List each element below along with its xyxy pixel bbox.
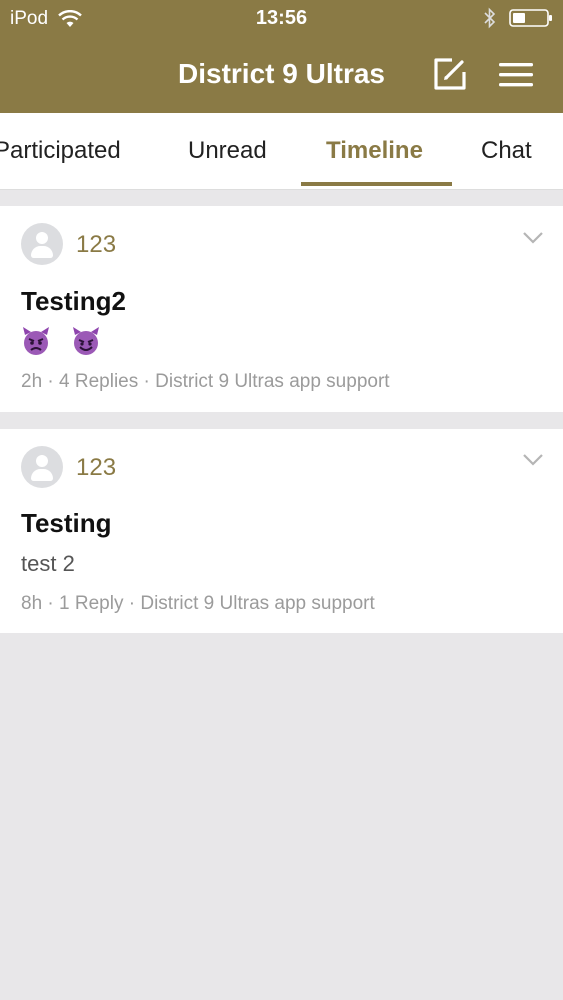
chevron-down-icon[interactable]: [522, 231, 544, 245]
app-header: iPod 13:56 District 9 Ultras: [0, 0, 563, 113]
avatar[interactable]: [21, 446, 63, 488]
meta-separator: ·: [143, 371, 156, 392]
topic-card[interactable]: 123 Testing2 2h · 4 Replies · District 9…: [0, 206, 563, 412]
topic-title[interactable]: Testing2: [21, 286, 126, 317]
compose-button[interactable]: [432, 56, 468, 92]
menu-button[interactable]: [498, 58, 534, 92]
meta-separator: ·: [128, 593, 141, 614]
battery-icon: [509, 9, 552, 27]
topic-time: 2h: [21, 371, 43, 392]
topic-time: 8h: [21, 593, 43, 614]
tab-chat[interactable]: Chat: [481, 113, 532, 189]
chevron-down-icon[interactable]: [522, 453, 544, 467]
smiling-devil-emoji: [73, 327, 100, 355]
tab-participated[interactable]: Participated: [0, 113, 121, 189]
avatar[interactable]: [21, 223, 63, 265]
active-tab-indicator: [301, 182, 452, 186]
angry-devil-emoji: [23, 327, 49, 355]
avatar-head: [36, 232, 48, 244]
status-right: [471, 7, 553, 29]
topic-meta: 2h · 4 Replies · District 9 Ultras app s…: [21, 371, 390, 393]
topic-card[interactable]: 123 Testing test 2 8h · 1 Reply · Distri…: [0, 429, 563, 633]
bluetooth-icon: [484, 7, 496, 29]
tab-timeline[interactable]: Timeline: [326, 113, 423, 189]
username[interactable]: 123: [76, 231, 116, 259]
reply-count: 1 Reply: [59, 593, 124, 614]
reply-count: 4 Replies: [59, 371, 139, 392]
avatar-head: [36, 455, 48, 467]
hamburger-menu-icon: [499, 63, 533, 87]
avatar-body: [31, 469, 53, 481]
forum-name[interactable]: District 9 Ultras app support: [155, 371, 389, 392]
topic-title[interactable]: Testing: [21, 508, 112, 539]
topic-body: [21, 326, 115, 356]
status-bar: iPod 13:56: [0, 0, 563, 38]
avatar-body: [31, 246, 53, 258]
tab-bar: Participated Unread Timeline Chat: [0, 113, 563, 190]
topic-body: test 2: [21, 551, 75, 576]
meta-separator: ·: [47, 593, 60, 614]
forum-name[interactable]: District 9 Ultras app support: [140, 593, 374, 614]
tab-unread[interactable]: Unread: [188, 113, 267, 189]
topic-meta: 8h · 1 Reply · District 9 Ultras app sup…: [21, 593, 375, 615]
meta-separator: ·: [47, 371, 60, 392]
compose-icon: [434, 58, 466, 90]
username[interactable]: 123: [76, 454, 116, 482]
page-title: District 9 Ultras: [178, 58, 385, 89]
